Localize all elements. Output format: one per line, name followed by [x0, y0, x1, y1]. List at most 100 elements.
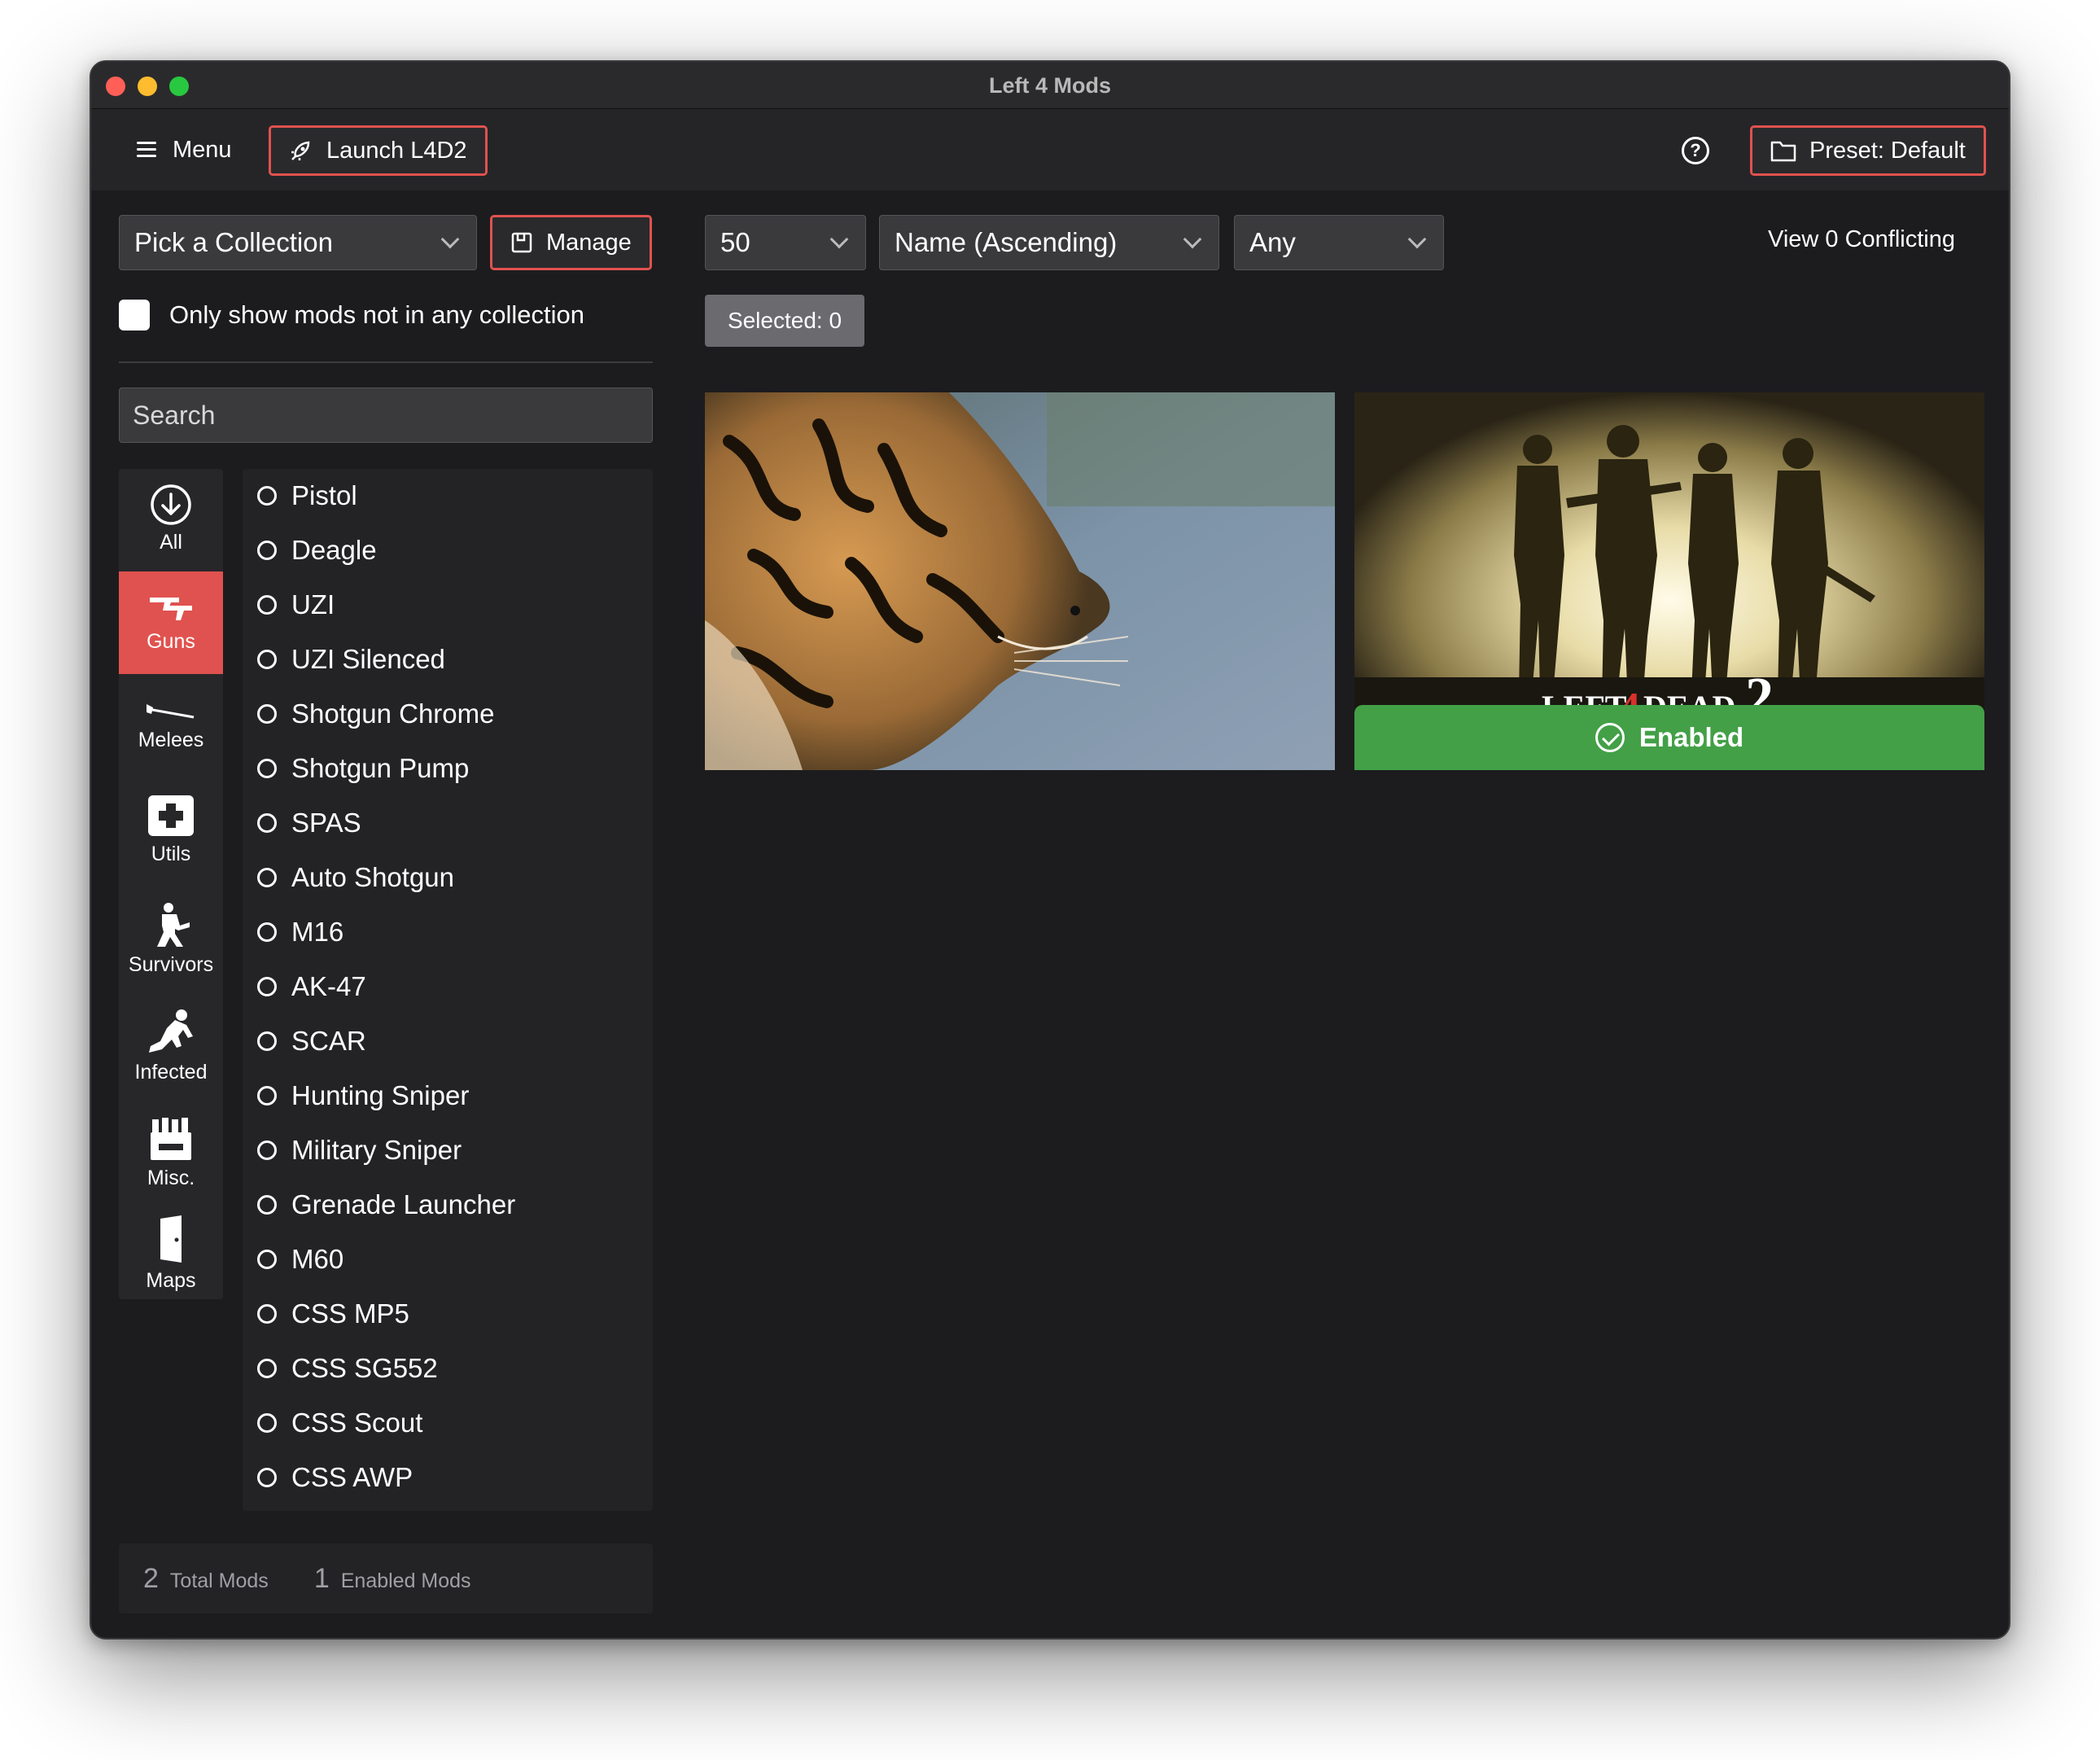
view-conflicting-link[interactable]: View 0 Conflicting: [1768, 226, 1955, 253]
enabled-mods-stat: 1 Enabled Mods: [314, 1563, 471, 1595]
only-unassigned-label: Only show mods not in any collection: [169, 300, 585, 329]
list-item-label: CSS SG552: [291, 1353, 438, 1383]
sort-select[interactable]: Name (Ascending): [879, 215, 1219, 270]
radio-button[interactable]: [257, 1195, 277, 1215]
list-item-label: Pistol: [291, 480, 357, 510]
radio-button[interactable]: [257, 977, 277, 996]
total-mods-count: 2: [143, 1562, 159, 1594]
radio-button[interactable]: [257, 813, 277, 833]
radio-button[interactable]: [257, 486, 277, 506]
radio-button[interactable]: [257, 1250, 277, 1269]
only-unassigned-checkbox[interactable]: [119, 300, 150, 331]
list-item-label: M60: [291, 1244, 344, 1274]
list-item-label: UZI: [291, 589, 335, 620]
category-survivors[interactable]: Survivors: [119, 886, 223, 992]
list-item[interactable]: CSS SG552: [257, 1353, 438, 1384]
radio-button[interactable]: [257, 1140, 277, 1160]
mod-card[interactable]: LEFT 4 DEAD 2 Enabled: [1354, 392, 1984, 770]
category-melees[interactable]: Melees: [119, 677, 223, 773]
list-item[interactable]: Deagle: [257, 535, 377, 566]
category-utils[interactable]: Utils: [119, 777, 223, 882]
selected-count-button[interactable]: Selected: 0: [705, 295, 864, 347]
radio-button[interactable]: [257, 1304, 277, 1324]
top-toolbar: Menu Launch L4D2 ? Preset: Default: [91, 109, 2009, 190]
mod-card[interactable]: [705, 392, 1335, 770]
list-item[interactable]: CSS Scout: [257, 1408, 422, 1438]
collection-select-value: Pick a Collection: [134, 227, 333, 257]
list-item-label: CSS MP5: [291, 1298, 409, 1329]
list-item-label: Military Sniper: [291, 1135, 462, 1165]
category-maps[interactable]: Maps: [119, 1206, 223, 1299]
list-item[interactable]: Pistol: [257, 480, 357, 511]
category-guns[interactable]: Guns: [119, 571, 223, 674]
launch-label: Launch L4D2: [326, 137, 467, 164]
radio-button[interactable]: [257, 922, 277, 942]
category-all[interactable]: All: [119, 469, 223, 568]
filter-value: Any: [1249, 227, 1296, 257]
category-label: Infected: [134, 1060, 208, 1084]
list-item[interactable]: Military Sniper: [257, 1135, 462, 1166]
category-infected[interactable]: Infected: [119, 995, 223, 1097]
sidebar-divider: [119, 361, 653, 363]
filter-select[interactable]: Any: [1234, 215, 1444, 270]
launch-button[interactable]: Launch L4D2: [269, 125, 488, 176]
radio-button[interactable]: [257, 541, 277, 560]
tiger-thumbnail: [705, 392, 1335, 770]
chevron-down-icon: [1407, 230, 1427, 249]
radio-button[interactable]: [257, 595, 277, 615]
radio-button[interactable]: [257, 1359, 277, 1378]
per-page-select[interactable]: 50: [705, 215, 866, 270]
survivor-icon: [157, 902, 190, 947]
radio-button[interactable]: [257, 704, 277, 724]
subcategory-list: Pistol Deagle UZI UZI Silenced Shotgun C…: [243, 469, 653, 1511]
list-item[interactable]: M16: [257, 917, 343, 948]
category-label: Misc.: [147, 1166, 195, 1189]
window-title: Left 4 Mods: [988, 73, 1111, 98]
list-item[interactable]: SCAR: [257, 1026, 366, 1057]
radio-button[interactable]: [257, 759, 277, 778]
list-item-label: AK-47: [291, 971, 366, 1001]
infected-icon: [149, 1009, 193, 1053]
per-page-value: 50: [720, 227, 750, 257]
misc-icon: [151, 1117, 191, 1160]
radio-button[interactable]: [257, 1086, 277, 1105]
list-item[interactable]: Auto Shotgun: [257, 862, 454, 893]
list-item[interactable]: Hunting Sniper: [257, 1080, 469, 1111]
list-item[interactable]: SPAS: [257, 808, 361, 838]
list-item-label: UZI Silenced: [291, 644, 445, 674]
chevron-down-icon: [1183, 230, 1202, 249]
preset-button[interactable]: Preset: Default: [1750, 125, 1986, 176]
radio-button[interactable]: [257, 650, 277, 669]
list-item[interactable]: M60: [257, 1244, 343, 1275]
manage-button[interactable]: Manage: [490, 215, 652, 270]
help-circle-icon[interactable]: ?: [1682, 137, 1709, 164]
enabled-status-badge[interactable]: Enabled: [1354, 705, 1984, 770]
radio-button[interactable]: [257, 1031, 277, 1051]
list-item[interactable]: Grenade Launcher: [257, 1189, 515, 1220]
radio-button[interactable]: [257, 868, 277, 887]
only-unassigned-filter[interactable]: Only show mods not in any collection: [119, 300, 584, 331]
list-item[interactable]: UZI Silenced: [257, 644, 445, 675]
check-circle-icon: [1595, 723, 1625, 752]
list-item-label: Shotgun Chrome: [291, 698, 495, 729]
list-item[interactable]: AK-47: [257, 971, 366, 1002]
list-item-label: SPAS: [291, 808, 361, 838]
list-item[interactable]: UZI: [257, 589, 335, 620]
total-mods-stat: 2 Total Mods: [143, 1563, 269, 1595]
search-input[interactable]: [119, 387, 653, 443]
category-misc[interactable]: Misc.: [119, 1101, 223, 1203]
chevron-down-icon: [829, 230, 849, 249]
radio-button[interactable]: [257, 1468, 277, 1487]
title-bar: Left 4 Mods: [91, 62, 2009, 109]
collection-select[interactable]: Pick a Collection: [119, 215, 477, 270]
list-item[interactable]: Shotgun Pump: [257, 753, 469, 784]
radio-button[interactable]: [257, 1413, 277, 1433]
save-icon: [511, 232, 532, 253]
list-item[interactable]: CSS MP5: [257, 1298, 409, 1329]
list-item[interactable]: Shotgun Chrome: [257, 698, 494, 729]
menu-button[interactable]: Menu: [137, 129, 232, 171]
list-item[interactable]: CSS AWP: [257, 1462, 413, 1493]
category-label: All: [160, 530, 182, 554]
list-item-label: M16: [291, 917, 344, 947]
medkit-icon: [148, 795, 194, 836]
